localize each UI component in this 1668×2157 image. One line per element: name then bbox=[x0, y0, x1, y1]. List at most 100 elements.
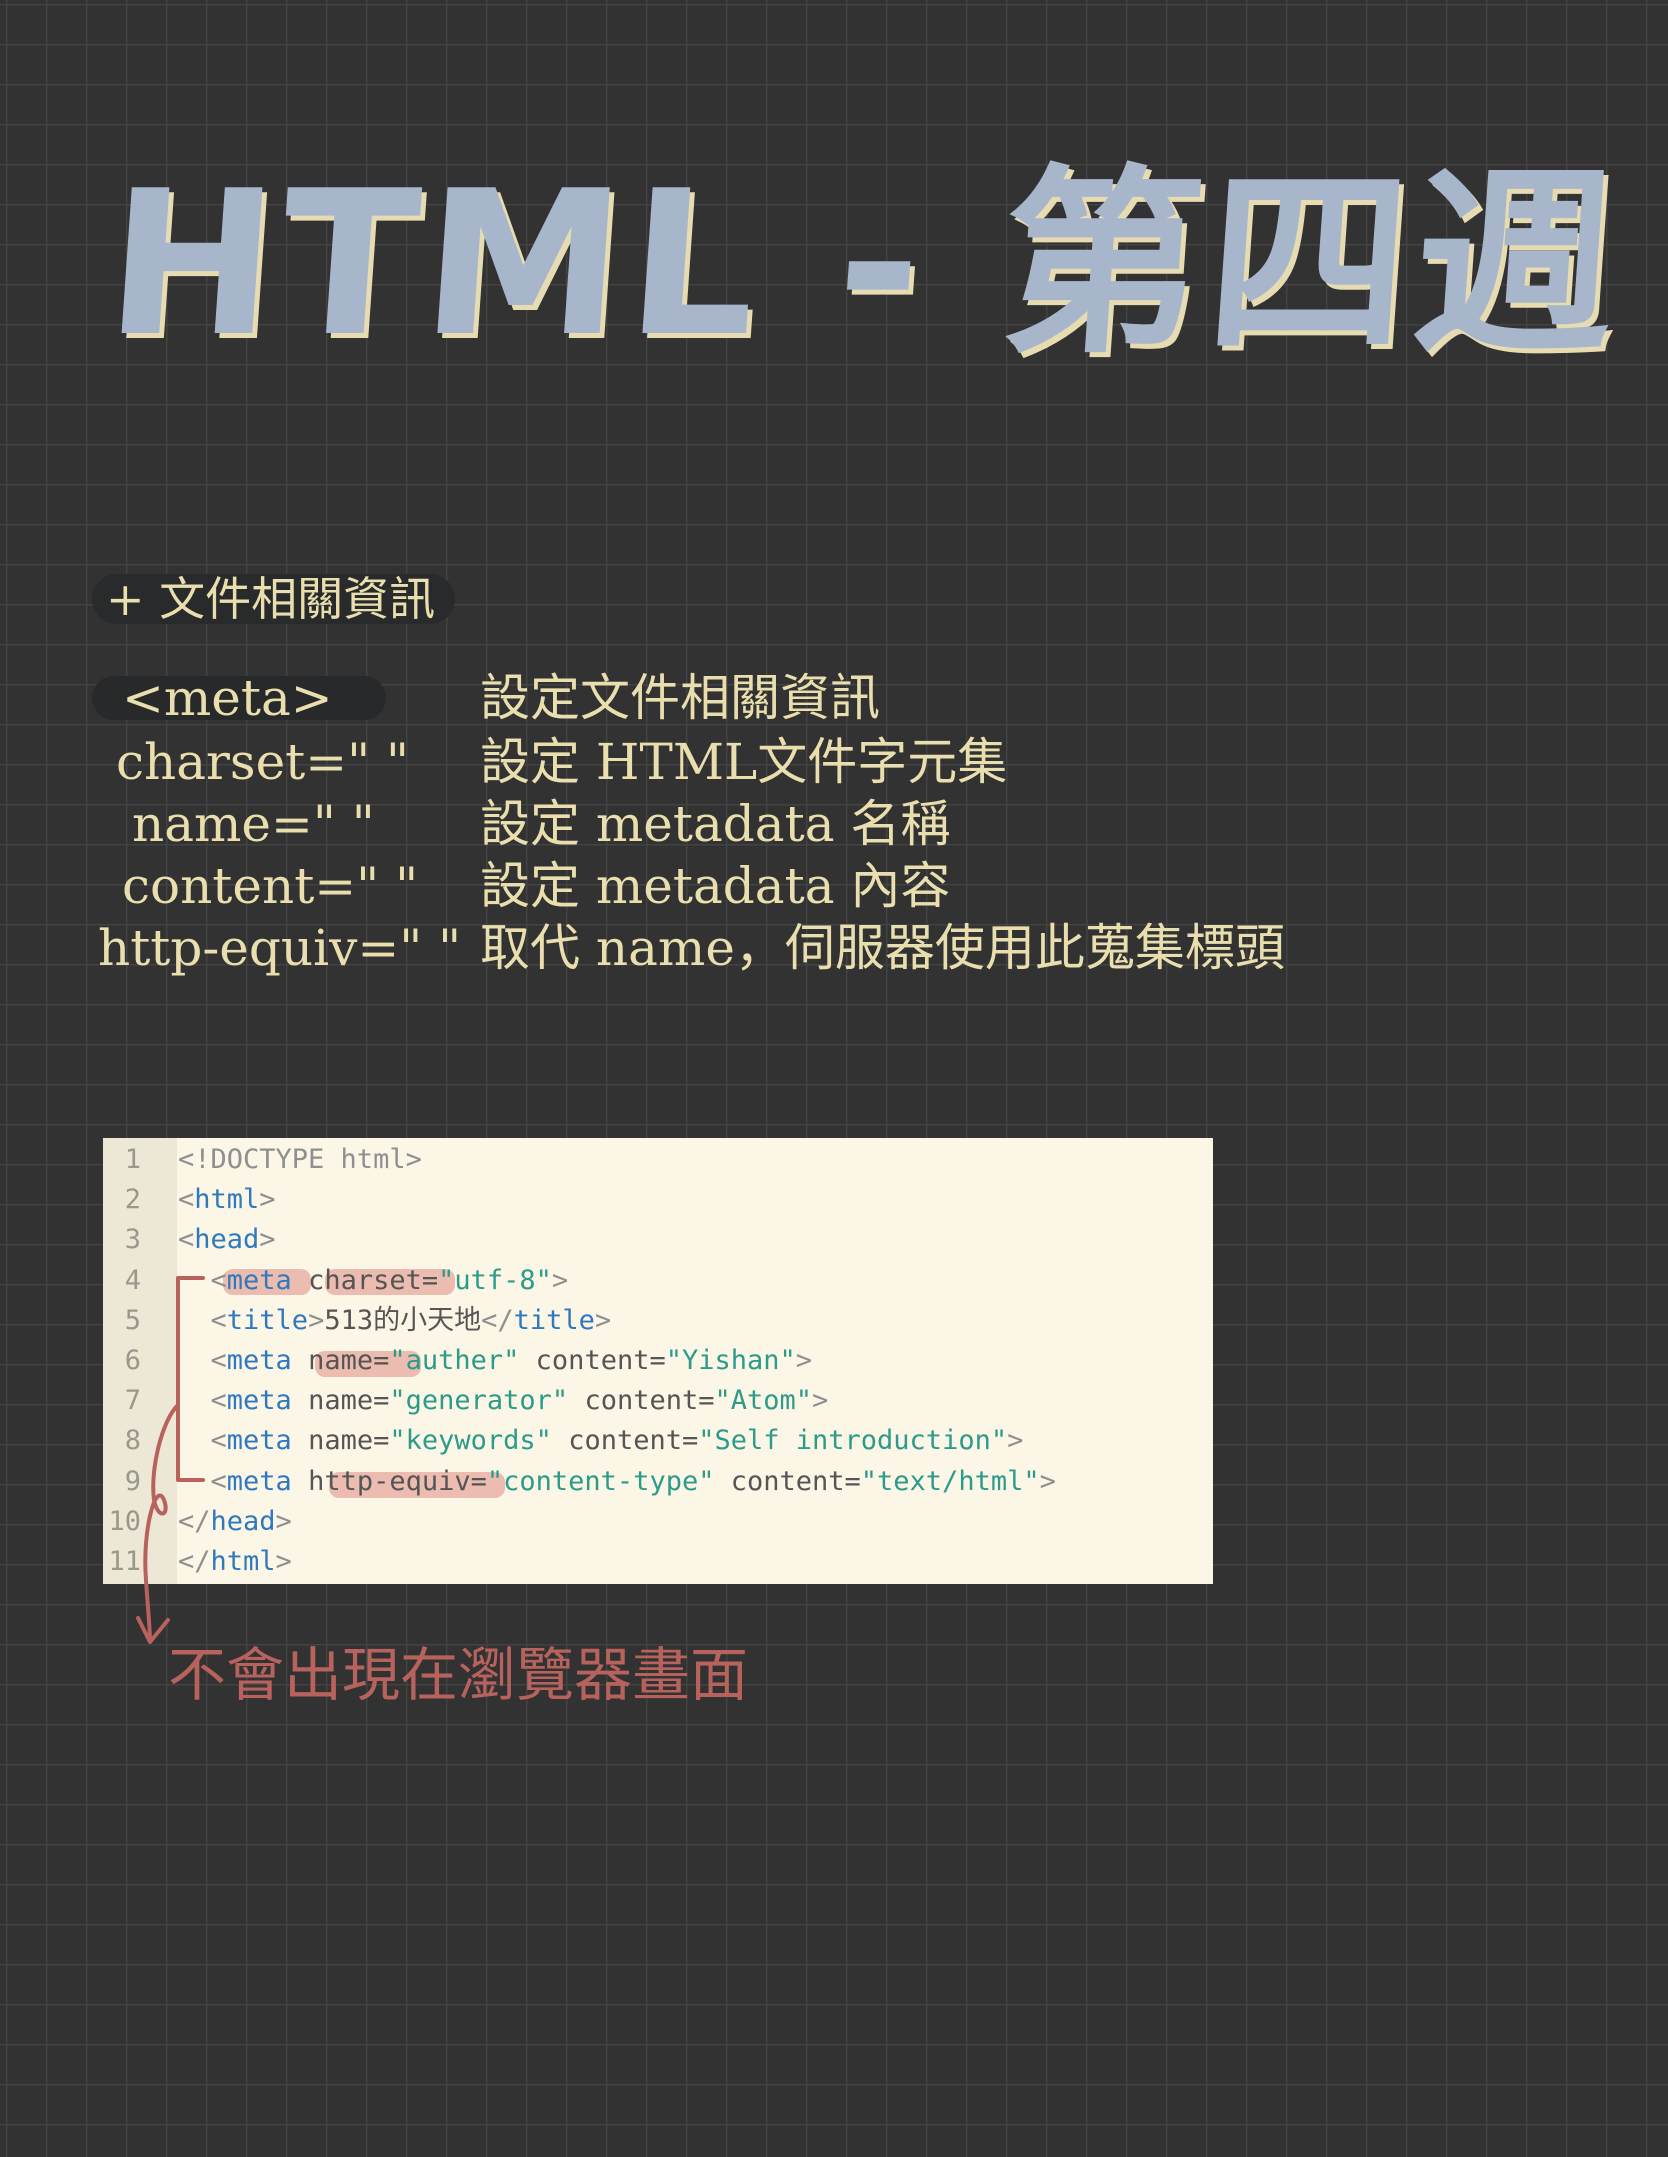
code-token: meta bbox=[226, 1264, 292, 1296]
code-token: "keywords" bbox=[389, 1425, 552, 1457]
line-number: 1 bbox=[124, 1144, 141, 1175]
code-token: "utf-8" bbox=[438, 1264, 552, 1296]
line-number: 4 bbox=[124, 1264, 141, 1296]
attr-desc-content: 設定 metadata 內容 bbox=[480, 857, 951, 915]
code-token: <!DOCTYPE html> bbox=[178, 1144, 422, 1175]
code-text: </head> bbox=[178, 1502, 292, 1542]
code-token: < bbox=[210, 1304, 227, 1336]
code-token: < bbox=[210, 1425, 227, 1457]
attr-desc-charset: 設定 HTML文件字元集 bbox=[480, 733, 1008, 791]
attr-name-charset: charset=" " bbox=[116, 733, 410, 791]
code-token: > bbox=[551, 1264, 569, 1296]
code-token: 513的小天地 bbox=[324, 1304, 482, 1336]
arrow-head-icon bbox=[136, 1616, 170, 1644]
code-token: </ bbox=[481, 1304, 514, 1336]
code-token: > bbox=[812, 1385, 829, 1417]
code-token: content= bbox=[730, 1465, 861, 1497]
code-token: meta bbox=[226, 1345, 292, 1376]
code-token: > bbox=[275, 1546, 292, 1577]
code-text: <html> bbox=[178, 1180, 276, 1220]
attr-desc-name: 設定 metadata 名稱 bbox=[480, 795, 951, 853]
code-token: > bbox=[259, 1224, 276, 1256]
code-token: meta bbox=[226, 1465, 292, 1497]
note-page: HTML - 第四週 + 文件相關資訊 <meta> 設定文件相關資訊 char… bbox=[0, 0, 1668, 2157]
code-token: < bbox=[210, 1264, 227, 1296]
line-number: 9 bbox=[124, 1465, 141, 1497]
code-token: name= bbox=[308, 1425, 390, 1457]
annotation-note: 不會出現在瀏覽器畫面 bbox=[168, 1641, 749, 1709]
code-token: </ bbox=[178, 1546, 211, 1577]
code-token: > bbox=[594, 1304, 612, 1336]
code-text: <!DOCTYPE html> bbox=[178, 1140, 422, 1180]
code-token: html bbox=[210, 1546, 276, 1577]
code-token: "generator" bbox=[389, 1385, 569, 1417]
code-token: head bbox=[194, 1224, 260, 1256]
code-token: < bbox=[210, 1465, 227, 1497]
code-text: <meta name="keywords" content="Self intr… bbox=[178, 1421, 1024, 1461]
code-text: <meta http-equiv="content-type" content=… bbox=[178, 1462, 1056, 1502]
code-token: "auther" bbox=[389, 1345, 520, 1376]
code-token: content= bbox=[535, 1345, 666, 1376]
code-token: html bbox=[194, 1184, 260, 1216]
code-token: "Atom" bbox=[714, 1385, 813, 1417]
attr-name-http-equiv: http-equiv=" " bbox=[98, 919, 462, 977]
page-title: HTML - 第四週 bbox=[99, 148, 1629, 381]
code-text: <meta charset="utf-8"> bbox=[178, 1261, 569, 1301]
line-number: 7 bbox=[124, 1385, 141, 1417]
code-text: <head> bbox=[178, 1220, 276, 1260]
line-number: 2 bbox=[124, 1184, 141, 1216]
code-token: > bbox=[1007, 1425, 1024, 1457]
line-number: 10 bbox=[108, 1505, 141, 1537]
attr-name-meta: <meta> bbox=[122, 669, 333, 727]
code-token: name= bbox=[308, 1385, 390, 1417]
code-text: <meta name="auther" content="Yishan"> bbox=[178, 1341, 813, 1381]
code-token: "text/html" bbox=[860, 1465, 1040, 1497]
attr-desc-meta: 設定文件相關資訊 bbox=[480, 669, 880, 727]
code-token: head bbox=[210, 1505, 276, 1537]
code-token: charset= bbox=[308, 1264, 439, 1296]
code-token: < bbox=[210, 1385, 227, 1417]
code-token: title bbox=[226, 1304, 309, 1336]
attr-name-content: content=" " bbox=[122, 857, 419, 915]
code-token: "Yishan" bbox=[665, 1345, 796, 1376]
code-token: meta bbox=[226, 1385, 292, 1417]
attr-name-name: name=" " bbox=[132, 795, 375, 853]
code-token: > bbox=[308, 1304, 325, 1336]
code-token: < bbox=[210, 1345, 227, 1376]
code-token: "Self introduction" bbox=[698, 1425, 1008, 1457]
code-text: <meta name="generator" content="Atom"> bbox=[178, 1381, 829, 1421]
code-token: name= bbox=[308, 1345, 390, 1376]
code-token: < bbox=[178, 1224, 195, 1256]
line-number: 5 bbox=[124, 1304, 141, 1336]
code-token: </ bbox=[178, 1505, 211, 1537]
code-text: </html> bbox=[178, 1542, 292, 1582]
code-token: content= bbox=[584, 1385, 715, 1417]
code-token: content= bbox=[568, 1425, 699, 1457]
line-number: 8 bbox=[124, 1425, 141, 1457]
line-number: 11 bbox=[108, 1546, 141, 1577]
code-token: > bbox=[1039, 1465, 1056, 1497]
code-token: meta bbox=[226, 1425, 292, 1457]
code-token: > bbox=[275, 1505, 292, 1537]
code-token: < bbox=[178, 1184, 195, 1216]
code-token: "content-type" bbox=[486, 1465, 715, 1497]
code-token: > bbox=[795, 1345, 813, 1376]
code-token: http-equiv= bbox=[308, 1465, 487, 1497]
code-text: <title>513的小天地</title> bbox=[178, 1301, 612, 1341]
code-token: title bbox=[513, 1304, 595, 1336]
